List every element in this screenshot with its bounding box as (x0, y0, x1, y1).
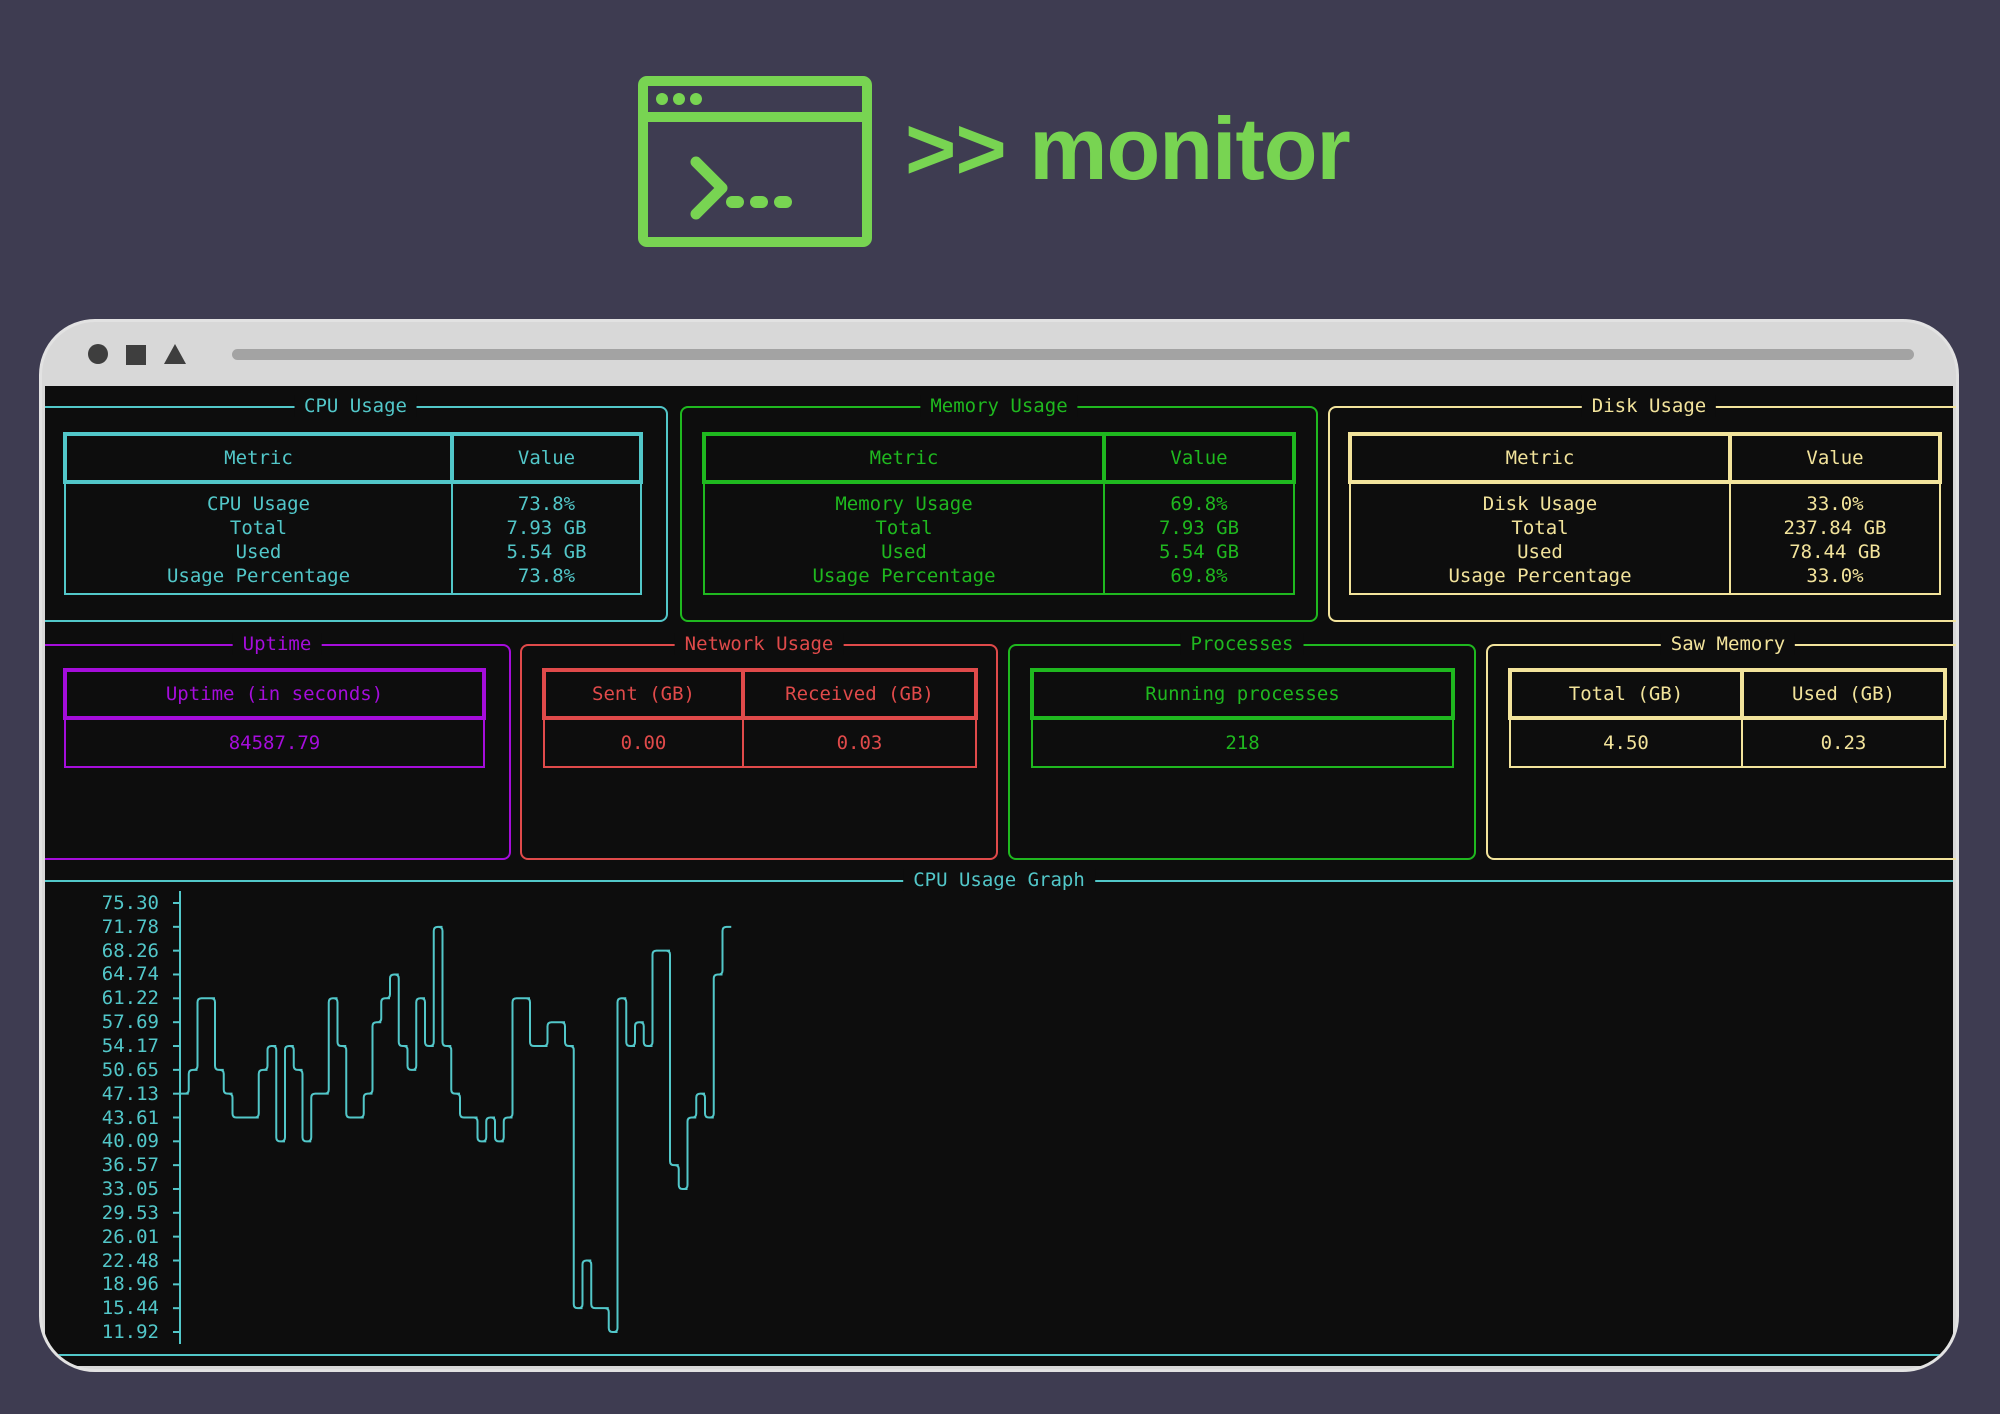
table-row: 4.50 0.23 (1509, 718, 1946, 768)
table-row: Usage Percentage 73.8% (64, 564, 642, 595)
column-header: Sent (GB) (542, 668, 745, 720)
column-header: Metric (63, 432, 454, 484)
table-row: Total 7.93 GB (64, 516, 642, 540)
value-cell: 237.84 GB (1729, 516, 1941, 540)
metric-cell: Usage Percentage (703, 564, 1105, 595)
column-header: Total (GB) (1508, 668, 1744, 720)
metric-cell: CPU Usage (64, 482, 453, 516)
swap-total-value: 4.50 (1509, 718, 1743, 768)
value-cell: 33.0% (1729, 564, 1941, 595)
metric-cell: Used (1349, 540, 1731, 564)
column-header: Metric (1348, 432, 1732, 484)
table-row: Disk Usage 33.0% (1349, 482, 1941, 516)
metric-cell: Total (64, 516, 453, 540)
value-cell: 5.54 GB (451, 540, 642, 564)
window-close-button[interactable] (88, 344, 108, 364)
table-row: 0.00 0.03 (543, 718, 977, 768)
swap-memory-panel: Saw Memory Total (GB) Used (GB) 4.50 0.23 (1486, 633, 1956, 860)
panel-title: CPU Usage (294, 395, 417, 417)
received-value: 0.03 (742, 718, 977, 768)
network-table: Sent (GB) Received (GB) 0.00 0.03 (542, 668, 978, 768)
panel-title: Memory Usage (920, 395, 1078, 417)
memory-table: Metric Value Memory Usage 69.8% Total 7.93… (702, 432, 1296, 595)
address-bar[interactable] (232, 349, 1914, 360)
value-cell: 73.8% (451, 564, 642, 595)
metric-cell: Used (64, 540, 453, 564)
column-header: Used (GB) (1740, 668, 1947, 720)
column-header: Running processes (1030, 668, 1455, 720)
metric-cell: Used (703, 540, 1105, 564)
value-cell: 7.93 GB (1103, 516, 1295, 540)
table-row: Total 237.84 GB (1349, 516, 1941, 540)
value-cell: 33.0% (1729, 482, 1941, 516)
table-row: 84587.79 (64, 718, 485, 768)
column-header: Uptime (in seconds) (63, 668, 486, 720)
panel-title: Processes (1180, 633, 1304, 655)
column-header: Value (1102, 432, 1296, 484)
swap-used-value: 0.23 (1741, 718, 1946, 768)
table-row: Used 5.54 GB (64, 540, 642, 564)
network-usage-panel: Network Usage Sent (GB) Received (GB) 0.… (520, 633, 998, 860)
terminal-window: CPU Usage Metric Value CPU Usage 73.8% To… (39, 319, 1959, 1372)
sent-value: 0.00 (543, 718, 744, 768)
column-header: Metric (702, 432, 1106, 484)
panel-title: Network Usage (674, 633, 844, 655)
swap-table: Total (GB) Used (GB) 4.50 0.23 (1508, 668, 1947, 768)
cpu-usage-panel: CPU Usage Metric Value CPU Usage 73.8% To… (45, 395, 668, 622)
table-row: Usage Percentage 69.8% (703, 564, 1295, 595)
metric-cell: Memory Usage (703, 482, 1105, 516)
window-maximize-button[interactable] (126, 345, 146, 365)
cpu-usage-chart (173, 891, 732, 1344)
value-cell: 69.8% (1103, 482, 1295, 516)
window-titlebar (42, 322, 1956, 384)
table-row: Usage Percentage 33.0% (1349, 564, 1941, 595)
value-cell: 7.93 GB (451, 516, 642, 540)
panel-title: Disk Usage (1581, 395, 1717, 417)
value-cell: 78.44 GB (1729, 540, 1941, 564)
disk-table: Metric Value Disk Usage 33.0% Total 237.84… (1348, 432, 1942, 595)
value-cell: 69.8% (1103, 564, 1295, 595)
table-row: 218 (1031, 718, 1454, 768)
disk-usage-panel: Disk Usage Metric Value Disk Usage 33.0% … (1328, 395, 1956, 622)
table-row: Used 5.54 GB (703, 540, 1295, 564)
memory-usage-panel: Memory Usage Metric Value Memory Usage 69… (680, 395, 1318, 622)
table-row: Used 78.44 GB (1349, 540, 1941, 564)
cpu-usage-series-line (180, 925, 732, 1333)
value-cell: 5.54 GB (1103, 540, 1295, 564)
panel-title: Uptime (232, 633, 322, 655)
column-header: Value (450, 432, 643, 484)
cpu-table: Metric Value CPU Usage 73.8% Total 7.93 GB… (63, 432, 643, 595)
metric-cell: Usage Percentage (1349, 564, 1731, 595)
metric-cell: Disk Usage (1349, 482, 1731, 516)
metric-cell: Total (1349, 516, 1731, 540)
metric-cell: Usage Percentage (64, 564, 453, 595)
column-header: Value (1728, 432, 1942, 484)
uptime-panel: Uptime Uptime (in seconds) 84587.79 (45, 633, 511, 860)
panel-title: Saw Memory (1660, 633, 1796, 655)
metric-cell: Total (703, 516, 1105, 540)
uptime-table: Uptime (in seconds) 84587.79 (63, 668, 486, 768)
terminal-content: CPU Usage Metric Value CPU Usage 73.8% To… (45, 386, 1956, 1366)
terminal-window-icon (638, 76, 872, 247)
table-row: Memory Usage 69.8% (703, 482, 1295, 516)
processes-panel: Processes Running processes 218 (1008, 633, 1476, 860)
value-cell: 73.8% (451, 482, 642, 516)
uptime-value: 84587.79 (64, 718, 485, 768)
process-count: 218 (1031, 718, 1454, 768)
column-header: Received (GB) (741, 668, 978, 720)
table-row: CPU Usage 73.8% (64, 482, 642, 516)
app-title: >> monitor (905, 99, 1351, 198)
cpu-usage-graph-panel: CPU Usage Graph 75.30 71.78 68.26 64.74 61.2… (45, 869, 1953, 1356)
window-minimize-button[interactable] (164, 344, 186, 364)
table-row: Total 7.93 GB (703, 516, 1295, 540)
processes-table: Running processes 218 (1030, 668, 1455, 768)
